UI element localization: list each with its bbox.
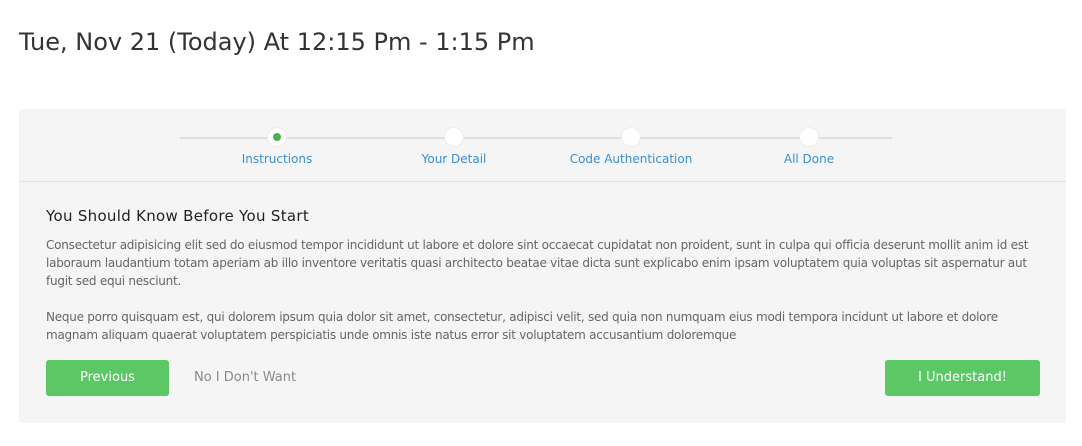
step-all-done[interactable]: All Done [724, 128, 894, 166]
step-instructions[interactable]: Instructions [192, 128, 362, 166]
previous-button[interactable]: Previous [46, 360, 169, 396]
instructions-paragraph-2: Neque porro quisquam est, qui dolorem ip… [46, 310, 998, 342]
step-label: Code Authentication [569, 152, 693, 166]
booking-card: Instructions Your Detail Code Authentica… [19, 109, 1066, 423]
step-code-authentication[interactable]: Code Authentication [546, 128, 716, 166]
decline-link[interactable]: No I Don't Want [194, 360, 296, 396]
step-label: Your Detail [421, 152, 487, 166]
step-dot-active-icon [268, 128, 286, 146]
step-label: Instructions [241, 152, 313, 166]
step-dot-icon [622, 128, 640, 146]
step-dot-icon [800, 128, 818, 146]
instructions-paragraph-1: Consectetur adipisicing elit sed do eius… [46, 238, 1029, 288]
step-label: All Done [783, 152, 835, 166]
step-dot-icon [445, 128, 463, 146]
step-your-detail[interactable]: Your Detail [369, 128, 539, 166]
progress-steps: Instructions Your Detail Code Authentica… [19, 109, 1066, 182]
understand-button[interactable]: I Understand! [885, 360, 1040, 396]
instructions-content: You Should Know Before You Start Consect… [46, 207, 1046, 344]
page-title: Tue, Nov 21 (Today) At 12:15 Pm - 1:15 P… [19, 28, 535, 56]
section-heading: You Should Know Before You Start [46, 207, 310, 225]
